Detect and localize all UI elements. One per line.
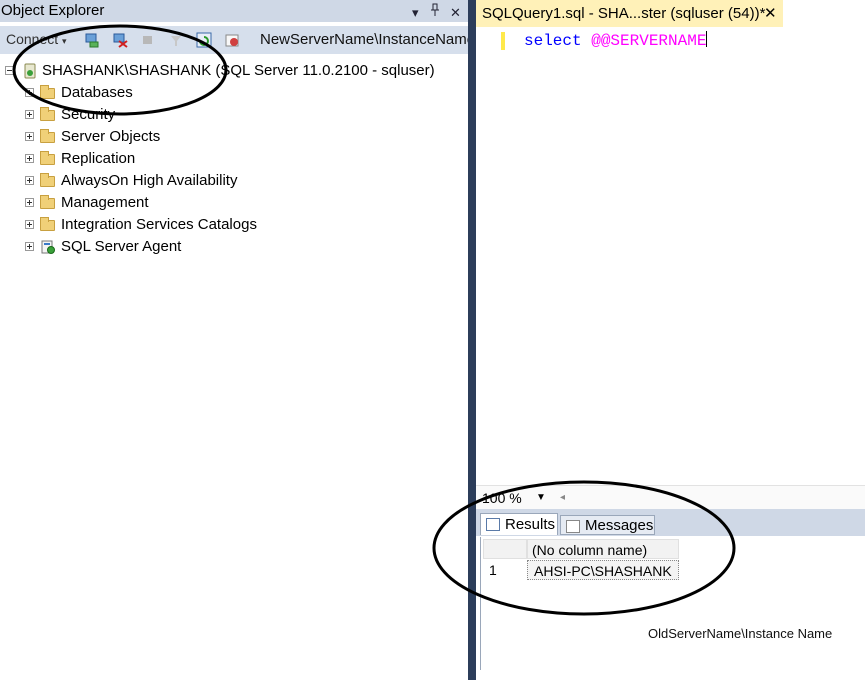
annotation-ellipse-server [12,24,228,116]
annotation-ellipse-result [432,480,736,616]
annotation-ellipses [12,24,736,616]
